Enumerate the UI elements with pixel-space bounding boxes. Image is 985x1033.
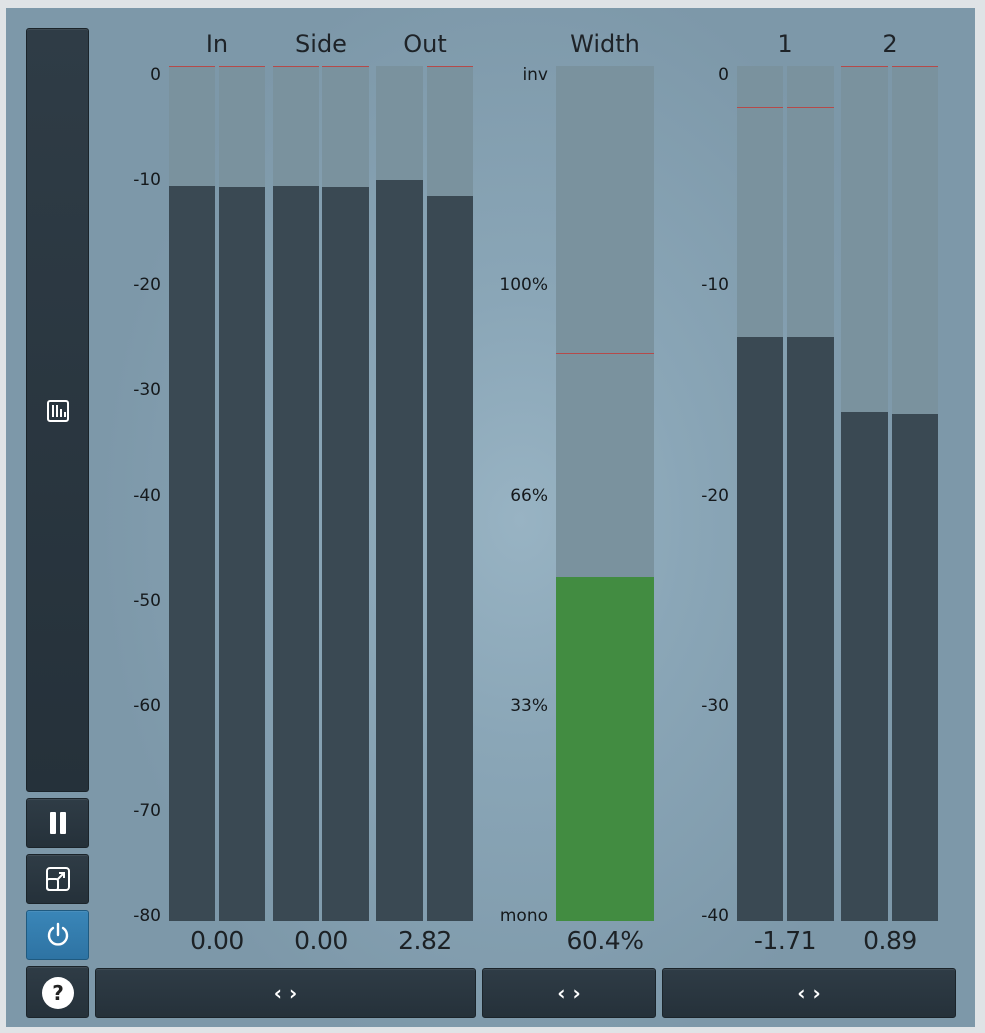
width-scale-tick: 100% <box>499 275 548 296</box>
side-left-peak <box>273 66 319 67</box>
band1-right-meter <box>787 66 834 921</box>
meter-mode-button[interactable] <box>26 28 89 792</box>
band1-right-fill <box>787 337 834 921</box>
level-scale-tick: -50 <box>133 590 161 611</box>
band2-left-meter <box>841 66 888 921</box>
level-scale-tick: -10 <box>133 170 161 191</box>
width-scale-tick: 66% <box>510 485 548 506</box>
band1-left-fill <box>737 337 783 921</box>
out-right-peak <box>427 66 473 67</box>
in-left-meter <box>169 66 215 921</box>
band1-label: 1 <box>777 30 793 58</box>
band1-left-peak <box>737 106 783 108</box>
width-fill <box>556 576 654 921</box>
width-peak <box>556 353 654 354</box>
band-scale-tick: -10 <box>701 275 729 296</box>
level-scale-tick: -60 <box>133 695 161 716</box>
width-meter <box>556 66 654 921</box>
help-icon: ? <box>42 977 74 1009</box>
in-left-fill <box>169 185 215 921</box>
level-scale-tick: -20 <box>133 275 161 296</box>
expand-levels-button[interactable]: ‹ › <box>95 968 476 1018</box>
band2-right-meter <box>892 66 938 921</box>
width-scale-tick: 33% <box>510 695 548 716</box>
expand-width-button[interactable]: ‹ › <box>482 968 656 1018</box>
resize-button[interactable] <box>26 854 89 904</box>
side-left-fill <box>273 185 319 921</box>
out-right-fill <box>427 196 473 921</box>
out-left-fill <box>376 180 423 921</box>
in-readout[interactable]: 0.00 <box>168 926 266 955</box>
width-scale-tick: mono <box>499 906 548 926</box>
band1-readout[interactable]: -1.71 <box>736 926 834 955</box>
in-right-meter <box>219 66 265 921</box>
width-readout[interactable]: 60.4% <box>556 926 654 955</box>
in-label: In <box>205 30 229 58</box>
side-readout[interactable]: 0.00 <box>272 926 370 955</box>
level-scale-tick: -70 <box>133 800 161 821</box>
level-scale-tick: -80 <box>133 906 161 926</box>
band2-left-fill <box>841 412 888 921</box>
band-scale-tick: -20 <box>701 485 729 506</box>
out-label: Out <box>403 30 447 58</box>
side-label: Side <box>295 30 347 58</box>
width-scale-tick: inv <box>522 65 548 85</box>
help-button[interactable]: ? <box>26 966 89 1018</box>
band-scale-tick: 0 <box>718 65 729 85</box>
in-left-peak <box>169 66 215 67</box>
band2-label: 2 <box>882 30 898 58</box>
power-button[interactable] <box>26 910 89 960</box>
left-right-arrows-icon: ‹ › <box>797 981 821 1005</box>
band1-right-peak <box>787 106 834 108</box>
power-icon <box>27 911 88 959</box>
band2-readout[interactable]: 0.89 <box>841 926 939 955</box>
in-right-fill <box>219 186 265 921</box>
width-label: Width <box>570 30 640 58</box>
band2-right-fill <box>892 414 938 921</box>
band2-right-peak <box>892 66 938 67</box>
in-right-peak <box>219 66 265 67</box>
help-symbol: ? <box>52 981 64 1005</box>
pause-icon <box>27 799 88 847</box>
level-scale-tick: -40 <box>133 485 161 506</box>
resize-icon <box>27 855 88 903</box>
out-right-meter <box>427 66 473 921</box>
left-right-arrows-icon: ‹ › <box>557 981 581 1005</box>
out-left-meter <box>376 66 423 921</box>
side-left-meter <box>273 66 319 921</box>
side-right-fill <box>322 186 369 921</box>
level-scale-tick: -30 <box>133 380 161 401</box>
band2-left-peak <box>841 66 888 67</box>
band-scale-tick: -30 <box>701 695 729 716</box>
side-right-peak <box>322 66 369 67</box>
side-right-meter <box>322 66 369 921</box>
left-right-arrows-icon: ‹ › <box>273 981 298 1005</box>
pause-button[interactable] <box>26 798 89 848</box>
bar-graph-icon <box>44 397 72 425</box>
band1-left-meter <box>737 66 783 921</box>
expand-bands-button[interactable]: ‹ › <box>662 968 956 1018</box>
level-scale-tick: 0 <box>150 65 161 85</box>
band-scale-tick: -40 <box>701 906 729 926</box>
out-readout[interactable]: 2.82 <box>376 926 474 955</box>
